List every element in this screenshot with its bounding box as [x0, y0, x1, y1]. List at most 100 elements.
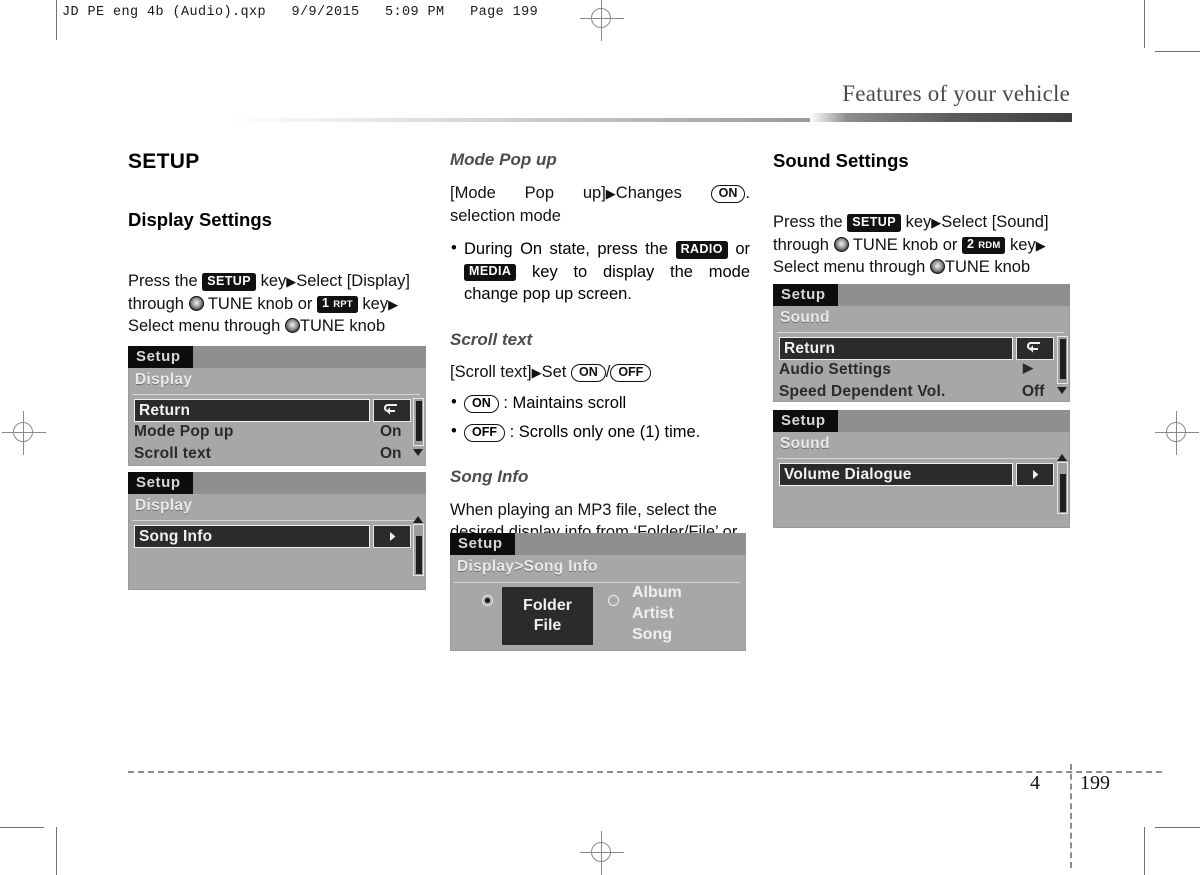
- option-line: Folder: [523, 597, 572, 614]
- instruction-text-4: key: [1005, 235, 1036, 254]
- footer-vertical-divider: [1070, 764, 1072, 868]
- lcd-row-label: Speed Dependent Vol.: [779, 383, 946, 400]
- instruction-text-5: Select menu through: [773, 258, 930, 277]
- lcd-row-audio-settings[interactable]: Audio Settings: [779, 361, 891, 379]
- mode-popup-period: .: [745, 184, 750, 203]
- column-left: SETUP Display Settings Press the SETUP k…: [128, 150, 428, 590]
- bullet-text-b: or: [727, 240, 750, 259]
- off-pill: OFF: [610, 363, 652, 382]
- lcd-row-scroll-text[interactable]: Scroll text: [134, 445, 211, 463]
- key-number: 2: [966, 237, 975, 252]
- lcd-scrollbar-track[interactable]: [413, 398, 424, 446]
- lcd-breadcrumb: Sound: [780, 309, 830, 326]
- lcd-scrollbar-track[interactable]: [1057, 462, 1068, 514]
- bullet-mode-popup: During On state, press the RADIO or MEDI…: [450, 237, 750, 305]
- instruction-text-6: TUNE knob: [299, 317, 386, 336]
- page-title: SETUP: [128, 150, 200, 173]
- instruction-text-6: TUNE knob: [944, 258, 1031, 277]
- lcd-row-label: Return: [139, 401, 191, 419]
- tune-knob-icon: [833, 236, 849, 252]
- scroll-up-icon[interactable]: [1057, 454, 1067, 461]
- lcd-row-label: Return: [784, 339, 836, 357]
- bullet-scroll-off-text: : Scrolls only one (1) time.: [505, 422, 701, 441]
- radio-key-badge: RADIO: [675, 241, 728, 259]
- lcd-row-label: Volume Dialogue: [784, 465, 912, 483]
- chevron-right-icon[interactable]: [373, 525, 411, 548]
- scroll-up-icon[interactable]: [413, 516, 423, 523]
- heading-mode-popup: Mode Pop up: [450, 150, 557, 169]
- mode-popup-token-2: Pop: [524, 184, 555, 203]
- key-number: 1: [321, 296, 330, 311]
- lcd-breadcrumb: Display>Song Info: [457, 558, 598, 575]
- option-folder-file[interactable]: Folder File: [502, 587, 593, 645]
- lcd-breadcrumb: Sound: [780, 435, 830, 452]
- footer-chapter-number: 4: [1030, 772, 1040, 794]
- lcd-display-menu: Setup Display Return Mode Pop up On Scro…: [128, 346, 426, 466]
- heading-song-info: Song Info: [450, 467, 529, 487]
- lcd-scrollbar-thumb[interactable]: [415, 400, 422, 441]
- arrow-right-icon-2: ▶: [388, 296, 399, 312]
- preset-2-rdm-key-badge: 2 RDM: [961, 236, 1006, 254]
- lcd-scrollbar-thumb[interactable]: [415, 535, 422, 574]
- lcd-row-label: Mode Pop up: [134, 423, 234, 440]
- running-head-rule: [810, 113, 1072, 122]
- bullet-scroll-off: OFF : Scrolls only one (1) time.: [450, 420, 750, 443]
- on-pill: ON: [710, 185, 746, 204]
- lcd-breadcrumb: Display: [135, 497, 193, 514]
- instruction-text-1: Press the: [773, 213, 848, 232]
- heading-display-settings: Display Settings: [128, 209, 272, 231]
- lcd-tab-setup: Setup: [128, 346, 193, 369]
- media-key-badge: MEDIA: [464, 263, 517, 281]
- lcd-tab-setup: Setup: [773, 410, 838, 433]
- arrow-right-icon: ▶: [286, 274, 297, 290]
- lcd-row-return[interactable]: Return: [134, 399, 370, 422]
- scroll-down-icon[interactable]: [413, 449, 423, 456]
- scroll-lead-b: Set: [541, 362, 571, 381]
- return-arrow-icon[interactable]: [373, 399, 411, 422]
- paragraph-mode-popup: [Mode Pop up]▶Changes ON. selection mode: [450, 182, 750, 227]
- lcd-scrollbar-track[interactable]: [413, 524, 424, 576]
- lcd-divider: [777, 332, 1064, 333]
- preset-1-rpt-key-badge: 1 RPT: [316, 295, 358, 314]
- option-line: Album: [632, 584, 682, 601]
- option-line: Song: [632, 625, 672, 643]
- lcd-divider: [454, 582, 740, 583]
- lcd-volume-dialogue-menu: Setup Sound Volume Dialogue: [773, 410, 1070, 528]
- heading-scroll-text: Scroll text: [450, 329, 533, 349]
- instruction-text-2: key: [255, 272, 287, 291]
- chevron-right-icon[interactable]: [1016, 463, 1054, 486]
- lcd-scrollbar-thumb[interactable]: [1059, 338, 1066, 379]
- instruction-knob-label: TUNE knob or: [207, 294, 317, 313]
- lcd-row-value-speed-dependent-vol: Off: [1022, 383, 1045, 400]
- column-right: Sound Settings Press the SETUP key▶Selec…: [773, 150, 1073, 528]
- lcd-row-return[interactable]: Return: [779, 337, 1013, 360]
- registration-mark-bottom: [580, 831, 624, 875]
- crop-mark-bottom-right-h: [1155, 827, 1200, 828]
- lcd-divider: [132, 394, 420, 395]
- lcd-scrollbar-track[interactable]: [1057, 336, 1068, 384]
- mode-popup-token-1: [Mode: [450, 184, 496, 203]
- footer-divider: [128, 771, 1162, 773]
- lcd-song-info-menu: Setup Display Song Info: [128, 472, 426, 590]
- lcd-sound-menu: Setup Sound Return Audio Settings ▶ Spee…: [773, 284, 1070, 402]
- arrow-right-icon: ▶: [605, 186, 616, 202]
- return-arrow-icon[interactable]: [1016, 337, 1054, 360]
- radio-folder-file[interactable]: [482, 595, 493, 606]
- lcd-breadcrumb: Display: [135, 371, 193, 388]
- lcd-row-value-scroll-text: On: [380, 445, 402, 462]
- scroll-down-icon[interactable]: [1057, 387, 1067, 394]
- instruction-text-1: Press the: [128, 272, 203, 291]
- instruction-display: Press the SETUP key▶Select [Display] thr…: [128, 270, 428, 337]
- instruction-text-4: key: [357, 294, 389, 313]
- crop-mark-top-right-v: [1144, 0, 1145, 48]
- radio-album-artist-song[interactable]: [608, 595, 619, 606]
- lcd-row-song-info[interactable]: Song Info: [134, 525, 370, 548]
- option-album-artist-song[interactable]: Album Artist Song: [632, 583, 682, 645]
- lcd-row-mode-popup[interactable]: Mode Pop up: [134, 423, 234, 441]
- lcd-row-speed-dependent-vol[interactable]: Speed Dependent Vol.: [779, 383, 946, 401]
- on-pill: ON: [570, 363, 606, 382]
- lcd-scrollbar-thumb[interactable]: [1059, 473, 1066, 512]
- key-function: RPT: [333, 299, 353, 311]
- lcd-row-volume-dialogue[interactable]: Volume Dialogue: [779, 463, 1013, 486]
- crop-mark-top-left-v: [56, 0, 57, 40]
